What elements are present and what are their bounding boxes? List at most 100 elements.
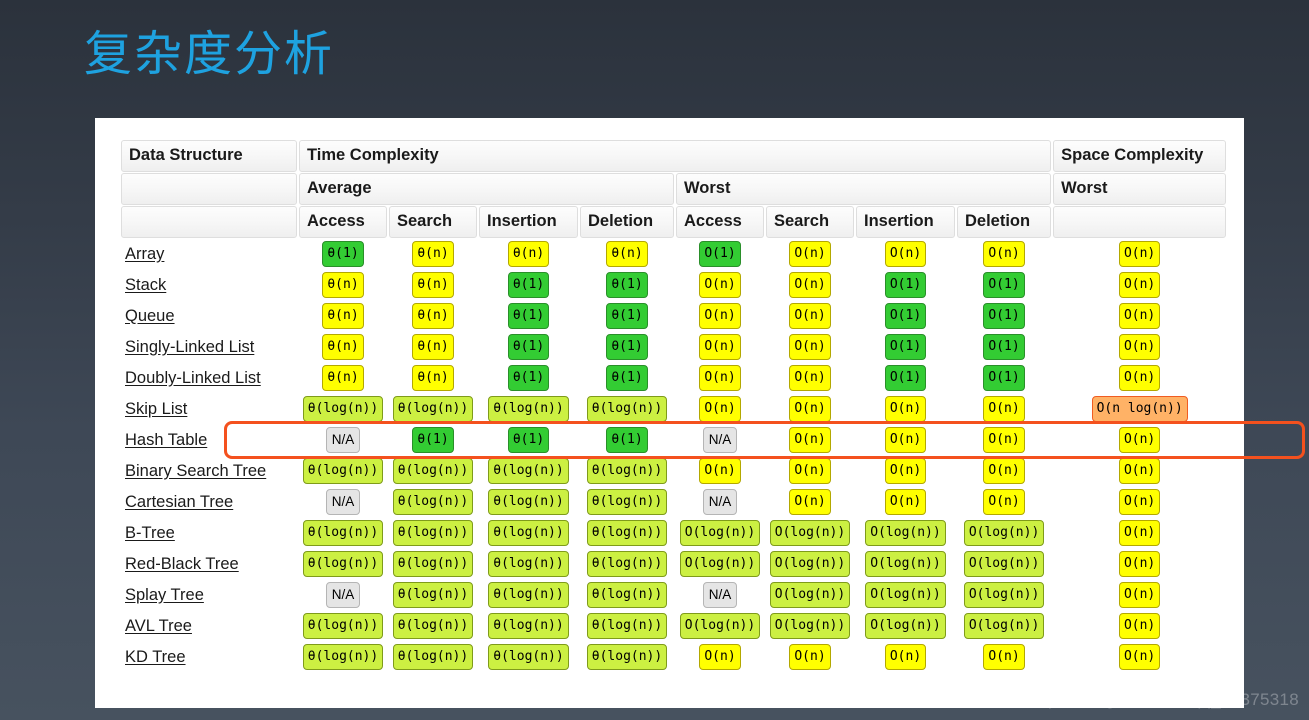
complexity-badge: θ(log(n)) xyxy=(392,489,474,515)
complexity-badge: O(n) xyxy=(884,458,927,484)
complexity-cell: θ(log(n)) xyxy=(299,456,387,486)
complexity-cell: θ(1) xyxy=(580,301,674,331)
complexity-cell: θ(log(n)) xyxy=(389,611,477,641)
complexity-badge: θ(1) xyxy=(606,272,648,298)
table-row: AVL Tree θ(log(n)) θ(log(n)) θ(log(n)) θ(log… xyxy=(121,611,1226,641)
complexity-cell: θ(log(n)) xyxy=(389,487,477,517)
complexity-badge: N/A xyxy=(326,426,360,454)
complexity-badge: θ(n) xyxy=(412,272,454,298)
table-row: Singly-Linked List θ(n) θ(n) θ(1) θ(1) O(n) O(… xyxy=(121,332,1226,362)
complexity-cell: θ(log(n)) xyxy=(479,611,578,641)
complexity-cell: O(n) xyxy=(1053,611,1226,641)
complexity-cell: O(n) xyxy=(766,425,854,455)
complexity-cell: θ(1) xyxy=(479,270,578,300)
complexity-cell: O(log(n)) xyxy=(856,549,955,579)
complexity-table-card: Data Structure Time Complexity Space Com… xyxy=(95,118,1305,708)
complexity-cell: O(n) xyxy=(856,239,955,269)
complexity-cell: O(n) xyxy=(957,394,1051,424)
complexity-cell: O(n) xyxy=(1053,301,1226,331)
complexity-cell: O(n log(n)) xyxy=(1053,394,1226,424)
complexity-badge: O(log(n)) xyxy=(769,613,851,639)
table-row: Skip List θ(log(n)) θ(log(n)) θ(log(n)) θ(lo… xyxy=(121,394,1226,424)
complexity-cell: θ(log(n)) xyxy=(479,487,578,517)
complexity-badge: θ(log(n)) xyxy=(586,551,668,577)
complexity-cell: O(n) xyxy=(1053,549,1226,579)
complexity-badge: N/A xyxy=(703,426,737,454)
data-structure-name[interactable]: Array xyxy=(121,239,297,269)
page-title: 复杂度分析 xyxy=(84,28,335,81)
complexity-cell: θ(log(n)) xyxy=(299,394,387,424)
data-structure-name[interactable]: KD Tree xyxy=(121,642,297,672)
header-row-group: Data Structure Time Complexity Space Com… xyxy=(121,140,1227,172)
header-time-complexity: Time Complexity xyxy=(299,140,1052,172)
data-structure-name[interactable]: Splay Tree xyxy=(121,580,297,610)
complexity-badge: O(n) xyxy=(983,644,1025,670)
complexity-badge: θ(n) xyxy=(322,365,364,391)
complexity-badge: θ(log(n)) xyxy=(488,520,569,546)
data-structure-name[interactable]: Doubly-Linked List xyxy=(121,363,297,393)
complexity-badge: O(n) xyxy=(884,644,927,670)
data-structure-name[interactable]: AVL Tree xyxy=(121,611,297,641)
complexity-badge: θ(log(n)) xyxy=(302,613,384,639)
table-row: KD Tree θ(log(n)) θ(log(n)) θ(log(n)) θ(log(… xyxy=(121,642,1226,672)
header-avg-search: Search xyxy=(389,206,477,238)
table-row: Array θ(1) θ(n) θ(n) θ(n) O(1) O(n) O(n) O(n) O(n… xyxy=(121,239,1226,269)
complexity-cell: O(n) xyxy=(856,456,955,486)
data-structure-name[interactable]: Skip List xyxy=(121,394,297,424)
complexity-cell: O(1) xyxy=(957,332,1051,362)
complexity-badge: θ(log(n)) xyxy=(488,489,569,515)
complexity-badge: O(log(n)) xyxy=(963,582,1045,608)
data-structure-name[interactable]: Binary Search Tree xyxy=(121,456,297,486)
header-avg-insertion: Insertion xyxy=(479,206,578,238)
complexity-badge: O(n) xyxy=(789,365,831,391)
complexity-cell: O(1) xyxy=(957,363,1051,393)
complexity-cell: θ(n) xyxy=(580,239,674,269)
complexity-badge: θ(log(n)) xyxy=(586,396,668,422)
complexity-badge: O(n) xyxy=(1118,427,1161,453)
complexity-cell: θ(log(n)) xyxy=(389,642,477,672)
complexity-cell: θ(log(n)) xyxy=(479,394,578,424)
complexity-badge: O(n) xyxy=(1118,489,1161,515)
complexity-badge: θ(n) xyxy=(507,241,550,267)
complexity-cell: O(1) xyxy=(856,301,955,331)
table-row: Cartesian Tree N/A θ(log(n)) θ(log(n)) θ(log… xyxy=(121,487,1226,517)
complexity-badge: N/A xyxy=(703,488,737,516)
complexity-cell: O(log(n)) xyxy=(957,518,1051,548)
complexity-badge: O(log(n)) xyxy=(769,520,851,546)
table-row: B-Tree θ(log(n)) θ(log(n)) θ(log(n)) θ(log(n… xyxy=(121,518,1226,548)
complexity-badge: θ(n) xyxy=(412,334,454,360)
complexity-badge: θ(log(n)) xyxy=(488,458,569,484)
complexity-cell: θ(log(n)) xyxy=(580,642,674,672)
data-structure-name[interactable]: B-Tree xyxy=(121,518,297,548)
complexity-badge: θ(1) xyxy=(606,303,648,329)
complexity-cell: O(log(n)) xyxy=(676,611,764,641)
data-structure-name[interactable]: Red-Black Tree xyxy=(121,549,297,579)
complexity-badge: O(n) xyxy=(789,334,831,360)
data-structure-name[interactable]: Hash Table xyxy=(121,425,297,455)
complexity-badge: θ(n) xyxy=(412,365,454,391)
complexity-badge: θ(1) xyxy=(606,365,648,391)
complexity-cell: N/A xyxy=(676,487,764,517)
complexity-badge: O(n) xyxy=(983,241,1025,267)
complexity-badge: O(log(n)) xyxy=(963,520,1045,546)
header-blank-1 xyxy=(121,173,297,205)
data-structure-name[interactable]: Cartesian Tree xyxy=(121,487,297,517)
header-space-complexity: Space Complexity xyxy=(1053,140,1227,172)
table-header: Data Structure Time Complexity Space Com… xyxy=(121,140,1227,238)
complexity-cell: θ(1) xyxy=(479,332,578,362)
complexity-cell: O(n) xyxy=(676,642,764,672)
complexity-cell: θ(log(n)) xyxy=(479,580,578,610)
complexity-badge: θ(log(n)) xyxy=(586,520,668,546)
complexity-cell: θ(log(n)) xyxy=(580,487,674,517)
data-structure-name[interactable]: Singly-Linked List xyxy=(121,332,297,362)
complexity-badge: θ(log(n)) xyxy=(392,458,474,484)
complexity-cell: O(log(n)) xyxy=(856,580,955,610)
complexity-cell: θ(n) xyxy=(389,239,477,269)
complexity-badge: O(log(n)) xyxy=(679,551,761,577)
complexity-badge: O(n) xyxy=(884,396,927,422)
table-row: Binary Search Tree θ(log(n)) θ(log(n)) θ(lo… xyxy=(121,456,1226,486)
complexity-cell: O(n) xyxy=(957,487,1051,517)
data-structure-name[interactable]: Stack xyxy=(121,270,297,300)
header-worst-search: Search xyxy=(766,206,854,238)
data-structure-name[interactable]: Queue xyxy=(121,301,297,331)
